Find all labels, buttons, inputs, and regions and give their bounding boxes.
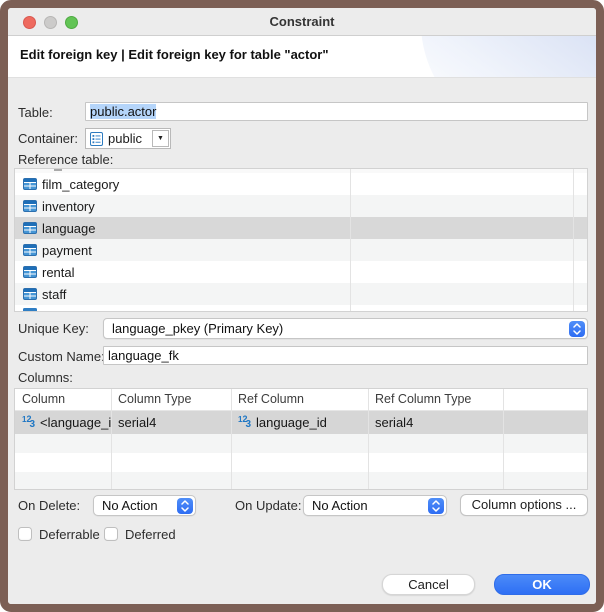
column-cell: <language_id>	[40, 415, 111, 430]
list-item-language-selected[interactable]: language	[15, 217, 587, 239]
table-column-divider	[503, 389, 504, 489]
list-item-label: inventory	[42, 199, 95, 214]
table-label: Table:	[18, 105, 53, 120]
list-row-partial-bottom	[15, 305, 587, 312]
popup-chevron-icon	[177, 498, 193, 514]
list-item-label: rental	[42, 265, 75, 280]
list-item-label: payment	[42, 243, 92, 258]
container-label: Container:	[18, 131, 78, 146]
constraint-dialog: Constraint Edit foreign key | Edit forei…	[0, 0, 604, 612]
list-item-label: staff	[42, 287, 66, 302]
popup-chevron-icon	[569, 321, 585, 337]
list-item-film-category[interactable]: film_category	[15, 173, 587, 195]
clipped-row-fragment	[54, 169, 62, 171]
custom-name-input[interactable]: language_fk	[103, 346, 588, 365]
table-input-value: public.actor	[90, 104, 156, 119]
column-header[interactable]: Ref Column	[231, 389, 368, 410]
numeric-type-icon: 123	[238, 415, 253, 430]
ref-column-cell: language_id	[256, 415, 327, 430]
container-combo[interactable]: public ▼	[85, 128, 171, 149]
list-item-label: language	[42, 221, 96, 236]
unique-key-value: language_pkey (Primary Key)	[112, 321, 283, 336]
reference-table-list[interactable]: film_category inventory language payment	[14, 168, 588, 312]
dropdown-arrow-icon: ▼	[157, 135, 164, 142]
table-icon	[23, 288, 37, 300]
container-value: public	[103, 131, 150, 146]
table-icon	[23, 200, 37, 212]
dialog-header: Edit foreign key | Edit foreign key for …	[8, 36, 596, 78]
table-column-divider	[368, 389, 369, 489]
column-header[interactable]: Column Type	[111, 389, 231, 410]
on-delete-label: On Delete:	[18, 498, 80, 513]
custom-name-value: language_fk	[108, 348, 179, 363]
deferred-label: Deferred	[125, 527, 176, 542]
table-icon	[23, 244, 37, 256]
empty-table-row	[15, 434, 587, 453]
table-icon	[23, 222, 37, 234]
table-column-divider	[111, 389, 112, 489]
window-title: Constraint	[8, 8, 596, 35]
empty-table-row	[15, 472, 587, 490]
traffic-lights	[23, 16, 78, 29]
list-scroll-divider	[573, 169, 574, 311]
unique-key-select[interactable]: language_pkey (Primary Key)	[103, 318, 588, 339]
column-header[interactable]: Ref Column Type	[368, 389, 503, 410]
dialog-body: Table: public.actor Container: public ▼ …	[8, 78, 596, 604]
deferred-checkbox[interactable]	[104, 527, 118, 541]
header-corner-decoration	[421, 36, 596, 78]
reference-table-label: Reference table:	[18, 152, 113, 167]
table-icon	[23, 178, 37, 190]
unique-key-label: Unique Key:	[18, 321, 89, 336]
on-update-label: On Update:	[235, 498, 302, 513]
ref-column-type-cell: serial4	[375, 415, 413, 430]
on-update-select[interactable]: No Action	[303, 495, 447, 516]
empty-table-row	[15, 453, 587, 472]
columns-table-header: Column Column Type Ref Column Ref Column…	[15, 389, 587, 411]
column-options-button[interactable]: Column options ...	[460, 494, 588, 516]
table-input[interactable]: public.actor	[85, 102, 588, 121]
titlebar: Constraint	[8, 8, 596, 36]
list-item-payment[interactable]: payment	[15, 239, 587, 261]
minimize-button[interactable]	[44, 16, 57, 29]
on-delete-value: No Action	[102, 498, 158, 513]
deferrable-checkbox[interactable]	[18, 527, 32, 541]
deferrable-label: Deferrable	[39, 527, 100, 542]
on-delete-select[interactable]: No Action	[93, 495, 196, 516]
cancel-button[interactable]: Cancel	[382, 574, 475, 595]
list-item-label: film_category	[42, 177, 119, 192]
column-header[interactable]: Column	[15, 389, 111, 410]
list-item-rental[interactable]: rental	[15, 261, 587, 283]
clipped-table-icon	[23, 308, 37, 312]
numeric-type-icon: 123	[22, 415, 37, 430]
custom-name-label: Custom Name:	[18, 349, 105, 364]
table-icon	[23, 266, 37, 278]
schema-icon	[90, 132, 103, 146]
on-update-value: No Action	[312, 498, 368, 513]
popup-chevron-icon	[428, 498, 444, 514]
columns-table[interactable]: Column Column Type Ref Column Ref Column…	[14, 388, 588, 490]
list-column-divider	[350, 169, 351, 311]
columns-table-row[interactable]: 123 <language_id> serial4 123 language_i…	[15, 411, 587, 434]
container-dropdown-button[interactable]: ▼	[152, 130, 169, 147]
close-button[interactable]	[23, 16, 36, 29]
zoom-button[interactable]	[65, 16, 78, 29]
columns-label: Columns:	[18, 370, 73, 385]
column-type-cell: serial4	[118, 415, 156, 430]
dialog-header-title: Edit foreign key | Edit foreign key for …	[20, 47, 329, 62]
list-item-inventory[interactable]: inventory	[15, 195, 587, 217]
list-item-staff[interactable]: staff	[15, 283, 587, 305]
ok-button[interactable]: OK	[494, 574, 590, 595]
table-column-divider	[231, 389, 232, 489]
